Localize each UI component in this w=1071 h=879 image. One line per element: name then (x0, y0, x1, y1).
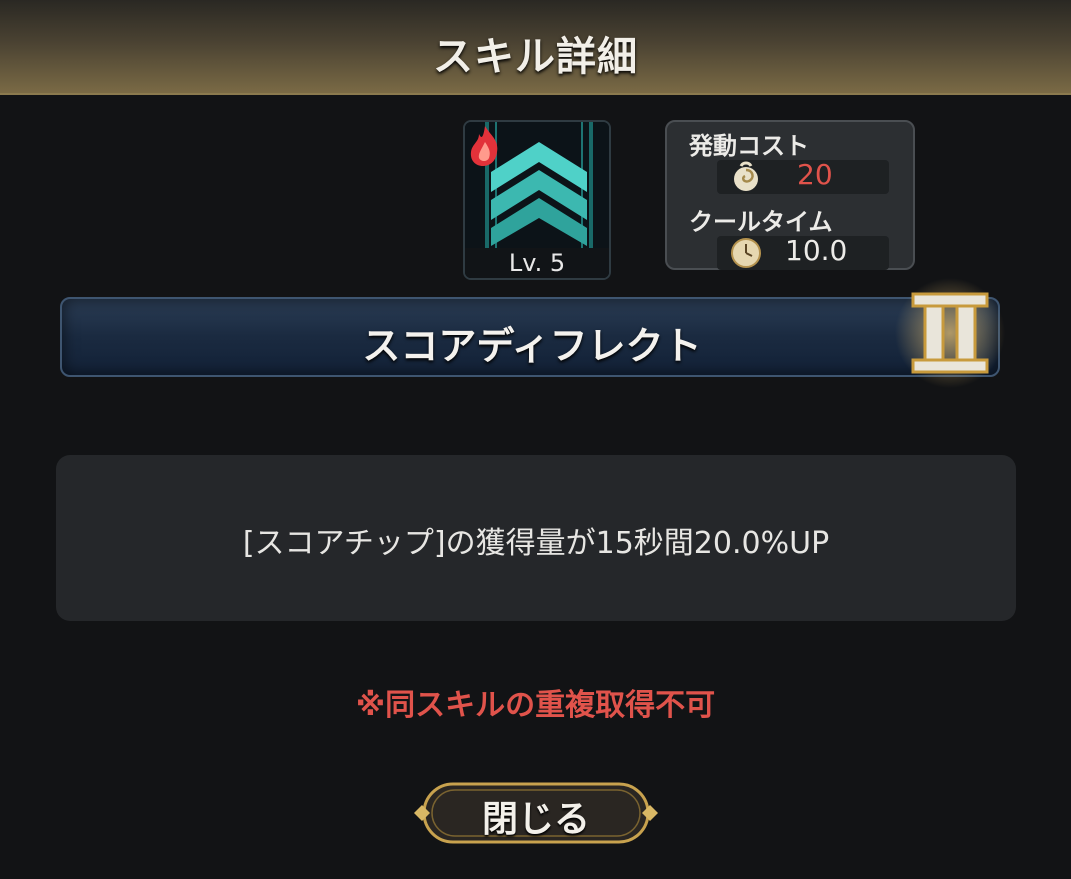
skill-name-bar: スコアディフレクト (60, 297, 1000, 377)
skill-level: Lv. 5 (465, 248, 609, 278)
cooldown-value: 10.0 (785, 234, 848, 267)
dialog-header: スキル詳細 (0, 0, 1071, 95)
cost-label: 発動コスト (689, 132, 809, 160)
dialog-title: スキル詳細 (433, 34, 638, 80)
fire-icon (470, 126, 498, 166)
skill-stats-panel: 発動コスト 20 クールタイム 10.0 (665, 120, 915, 270)
description-box: [スコアチップ]の獲得量が15秒間20.0%UP (56, 455, 1016, 621)
clock-icon (731, 238, 761, 268)
coin-swirl-icon (734, 161, 758, 191)
cooldown-label: クールタイム (689, 208, 833, 236)
rank-badge-icon: II (895, 278, 1005, 388)
close-button-label: 閉じる (481, 799, 590, 840)
close-button[interactable]: 閉じる (410, 780, 662, 846)
skill-icon: Lv. 5 (463, 120, 611, 280)
duplicate-note: ※同スキルの重複取得不可 (355, 688, 716, 723)
skill-description: [スコアチップ]の獲得量が15秒間20.0%UP (242, 526, 830, 561)
cost-value: 20 (797, 158, 833, 191)
skill-name: スコアディフレクト (362, 324, 702, 368)
